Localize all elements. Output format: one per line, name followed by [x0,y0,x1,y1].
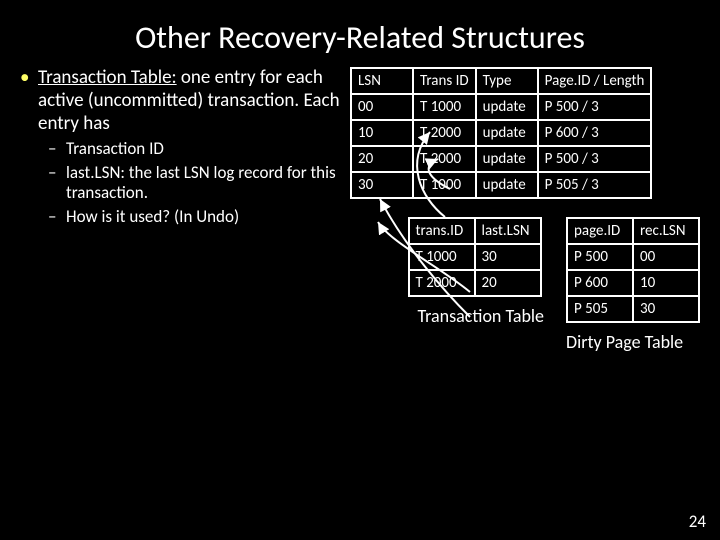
col-lsn: LSN [351,68,413,94]
slide-title: Other Recovery-Related Structures [0,0,720,67]
table-column: LSN Trans ID Type Page.ID / Length 00 T … [350,67,700,353]
col-transid: Trans ID [413,68,476,94]
table-row: 20 T 2000 update P 500 / 3 [351,146,651,172]
bullet-main: Transaction Table: one entry for each ac… [20,67,350,227]
slide: Other Recovery-Related Structures Transa… [0,0,720,540]
transaction-table: trans.ID last.LSN T 1000 30 T 2000 20 [408,217,542,297]
table-row: P 600 10 [567,270,699,296]
text-column: Transaction Table: one entry for each ac… [20,67,350,353]
table-row: P 500 00 [567,244,699,270]
dirty-page-table: page.ID rec.LSN P 500 00 P 600 10 P 50 [566,217,700,323]
table-row: P 505 30 [567,296,699,322]
table-row: T 1000 30 [409,244,541,270]
col-pageid: Page.ID / Length [538,68,652,94]
table-row: T 2000 20 [409,270,541,296]
bullet-lead: Transaction Table: [38,66,177,89]
dirty-page-table-wrap: page.ID rec.LSN P 500 00 P 600 10 P 50 [566,217,700,353]
table-header-row: trans.ID last.LSN [409,218,541,244]
dirty-page-table-caption: Dirty Page Table [566,331,700,353]
table-row: 30 T 1000 update P 505 / 3 [351,172,651,198]
slide-body: Transaction Table: one entry for each ac… [0,67,720,353]
table-row: 00 T 1000 update P 500 / 3 [351,94,651,120]
transaction-table-caption: Transaction Table [418,305,545,327]
log-table: LSN Trans ID Type Page.ID / Length 00 T … [350,67,652,199]
sub-bullet: How is it used? (In Undo) [38,207,350,227]
table-header-row: page.ID rec.LSN [567,218,699,244]
sub-bullet: last.LSN: the last LSN log record for th… [38,163,350,204]
sub-bullet: Transaction ID [38,139,350,159]
page-number: 24 [689,511,706,532]
table-row: 10 T 2000 update P 600 / 3 [351,120,651,146]
col-type: Type [476,68,538,94]
table-header-row: LSN Trans ID Type Page.ID / Length [351,68,651,94]
lower-tables: trans.ID last.LSN T 1000 30 T 2000 20 Tr… [350,217,700,353]
transaction-table-wrap: trans.ID last.LSN T 1000 30 T 2000 20 Tr… [408,217,545,353]
